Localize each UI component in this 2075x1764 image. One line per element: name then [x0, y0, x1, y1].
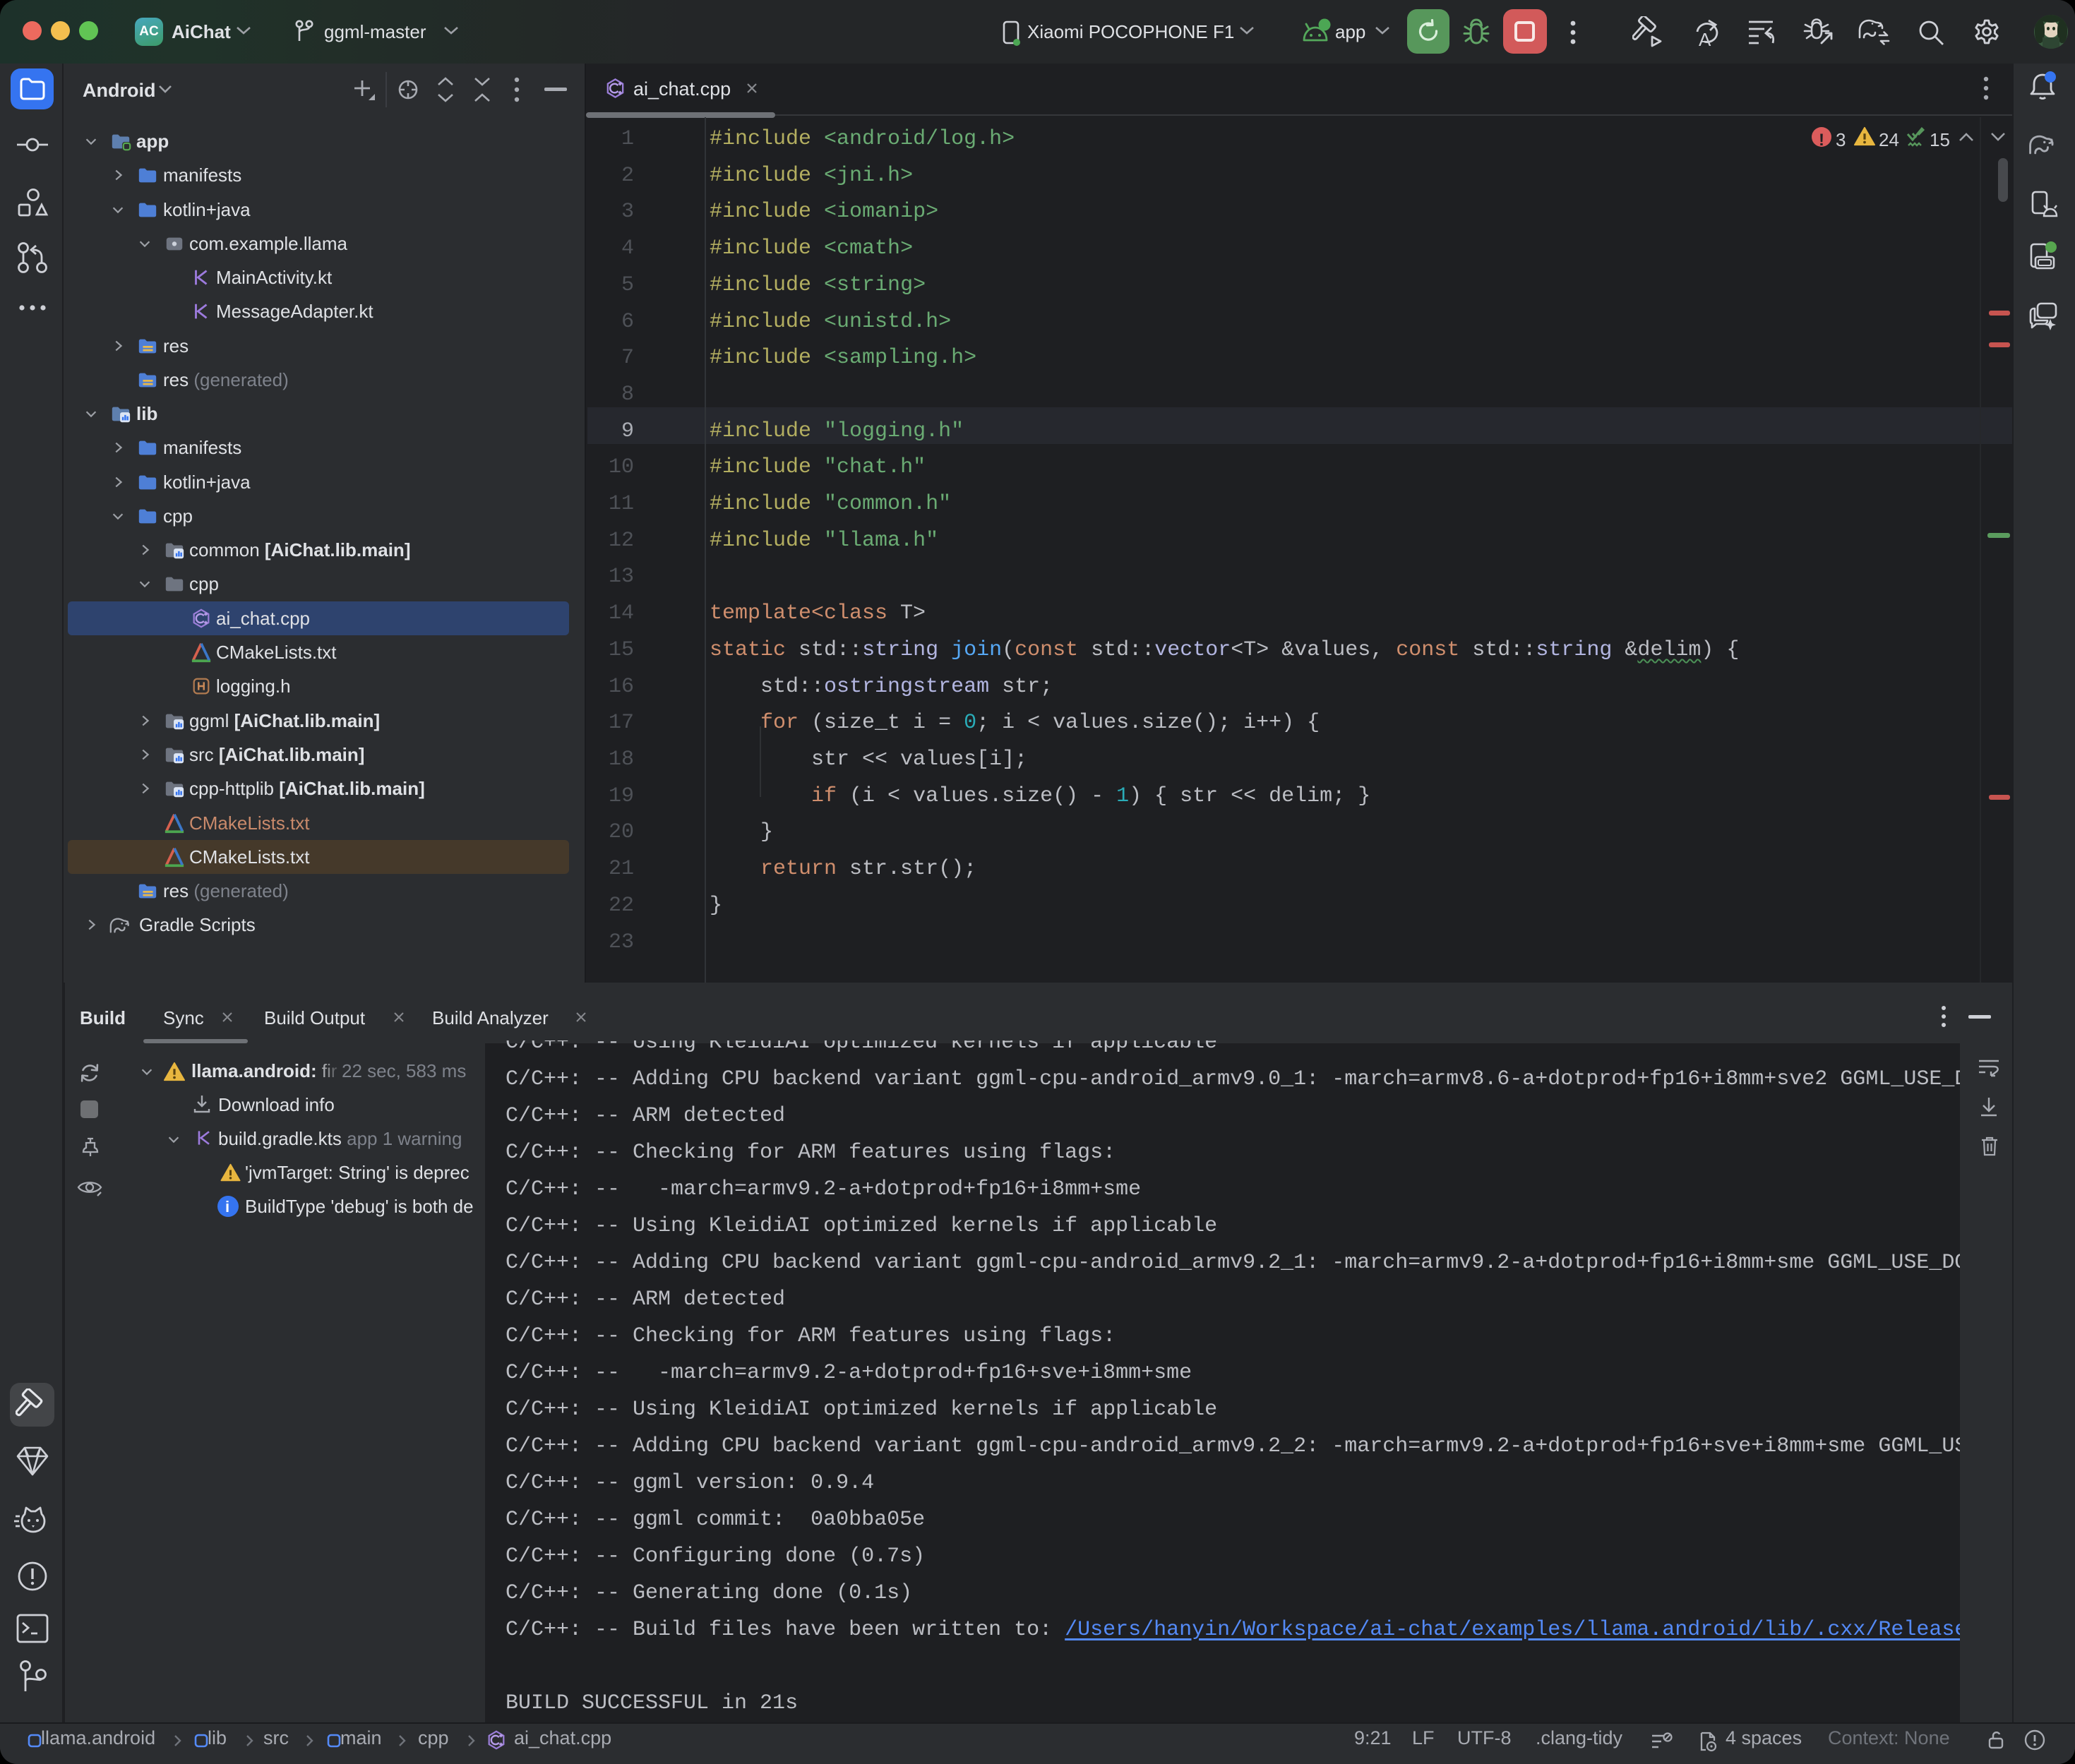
svg-text:A: A: [1699, 29, 1711, 49]
